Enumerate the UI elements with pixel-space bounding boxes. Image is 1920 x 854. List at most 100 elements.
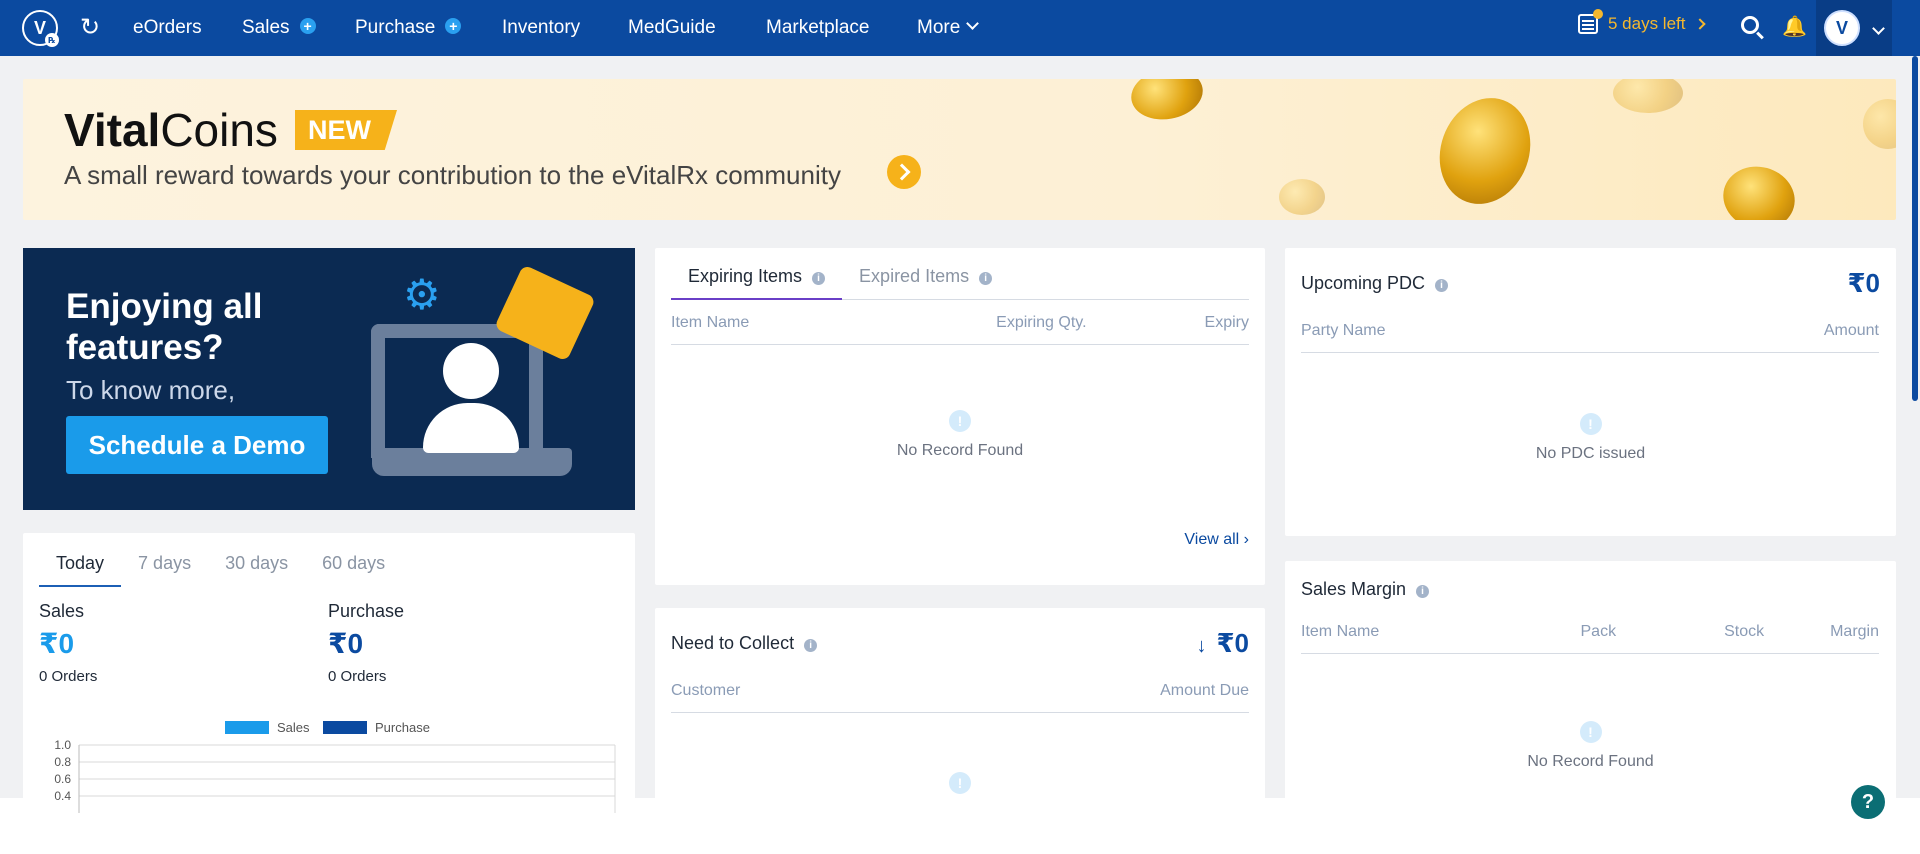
arrow-down-icon: ↓ [1196, 635, 1207, 657]
rx-badge-icon: ℞ [45, 33, 59, 47]
tab-30-days[interactable]: 30 days [208, 553, 305, 586]
col-stock: Stock [1724, 623, 1765, 640]
pdc-amount: ₹0 [1847, 268, 1880, 298]
coin-image [1425, 85, 1545, 217]
nav-marketplace[interactable]: Marketplace [766, 17, 870, 39]
coin-image [1716, 158, 1802, 220]
trial-indicator[interactable]: 5 days left [1578, 9, 1706, 34]
chevron-down-icon [966, 17, 980, 30]
nav-more[interactable]: More [917, 17, 980, 39]
pdc-title: Upcoming PDC i [1301, 273, 1449, 294]
col-item-name: Item Name [1301, 623, 1380, 640]
bell-icon[interactable]: 🔔 [1782, 14, 1807, 39]
avatar: V [1824, 10, 1860, 46]
tab-today[interactable]: Today [39, 553, 122, 587]
y-tick-label: 0.8 [54, 755, 71, 769]
col-party-name: Party Name [1301, 322, 1386, 339]
sales-label: Sales [39, 601, 85, 621]
banner-subtitle: A small reward towards your contribution… [64, 160, 841, 190]
info-icon: ! [949, 772, 971, 794]
info-icon[interactable]: i [979, 272, 993, 285]
new-badge: NEW [295, 110, 397, 150]
demo-heading: Enjoying all features? [66, 287, 263, 367]
nav-purchase-label: Purchase [355, 17, 436, 38]
nav-sales-label: Sales [242, 17, 290, 38]
purchase-orders: 0 Orders [328, 668, 387, 685]
margin-title: Sales Margin i [1301, 579, 1430, 600]
info-icon[interactable]: i [1435, 279, 1449, 292]
col-pack: Pack [1580, 623, 1617, 640]
purchase-value: ₹0 [328, 628, 364, 659]
coin-image [1279, 179, 1325, 215]
expiry-tabs: Expiring Items i Expired Items i [671, 266, 1249, 300]
banner-title: VitalCoins [64, 104, 278, 156]
legend-swatch-purchase [323, 721, 367, 734]
help-button[interactable]: ? [1851, 785, 1885, 819]
col-amount-due: Amount Due [1160, 682, 1249, 699]
refresh-icon[interactable]: ↻ [80, 14, 100, 42]
col-amount: Amount [1823, 322, 1879, 339]
user-menu[interactable]: V [1816, 0, 1892, 56]
search-icon[interactable] [1741, 16, 1759, 34]
trial-text: 5 days left [1608, 14, 1686, 33]
vitalcoins-banner[interactable]: VitalCoins NEW A small reward towards yo… [23, 79, 1896, 220]
info-icon[interactable]: i [812, 272, 826, 285]
expiring-empty-state: ! No Record Found [655, 410, 1265, 460]
info-icon[interactable]: i [804, 639, 818, 652]
notification-dot [1593, 9, 1603, 19]
legend-swatch-sales [225, 721, 269, 734]
pdc-title-text: Upcoming PDC [1301, 273, 1426, 293]
nav-eorders[interactable]: eOrders [133, 17, 202, 39]
info-icon: ! [1579, 413, 1602, 435]
upcoming-pdc-card: Upcoming PDC i ₹0 Party Name Amount ! No … [1285, 248, 1896, 536]
schedule-demo-button[interactable]: Schedule a Demo [66, 416, 328, 474]
person-head-illustration [443, 343, 499, 399]
margin-table-header: Item Name Pack Stock Margin [1301, 609, 1879, 654]
plus-icon[interactable]: + [445, 18, 462, 34]
app-logo[interactable]: V ℞ [22, 10, 59, 47]
coin-image [1613, 79, 1683, 113]
info-icon[interactable]: i [1416, 585, 1430, 598]
plus-icon[interactable]: + [299, 18, 316, 34]
tab-expiring-items[interactable]: Expiring Items i [671, 266, 843, 300]
collect-empty-state: ! [655, 772, 1265, 804]
gear-icon: ⚙ [403, 271, 441, 318]
nav-sales[interactable]: Sales + [242, 17, 316, 39]
tab-expiring-label: Expiring Items [688, 266, 803, 286]
chevron-right-icon: › [1243, 531, 1249, 548]
y-axis: 1.0 0.8 0.6 0.4 [54, 738, 616, 813]
expiring-table-header: Item Name Expiring Qty. Expiry [671, 300, 1249, 345]
view-all-label: View all [1184, 531, 1240, 548]
info-icon: ! [949, 410, 971, 432]
tab-7-days[interactable]: 7 days [121, 553, 208, 586]
sales-margin-card: Sales Margin i Item Name Pack Stock Margi… [1285, 561, 1896, 818]
need-to-collect-card: Need to Collect i ↓ ₹0 Customer Amount Due… [655, 608, 1265, 818]
banner-title-bold: Vital [64, 104, 161, 156]
tab-expired-label: Expired Items [859, 266, 970, 286]
pdc-table-header: Party Name Amount [1301, 308, 1879, 353]
collect-amount-value: ₹0 [1216, 628, 1249, 658]
tab-60-days[interactable]: 60 days [305, 553, 402, 586]
purchase-label: Purchase [328, 601, 405, 621]
scrollbar[interactable] [1912, 56, 1918, 401]
col-customer: Customer [671, 682, 741, 699]
y-tick-label: 0.4 [54, 789, 71, 803]
legend-label-purchase: Purchase [375, 720, 430, 735]
top-nav: V ℞ ↻ eOrders Sales + Purchase + Inventory … [0, 0, 1920, 56]
chevron-down-icon [1872, 21, 1885, 35]
col-expiring-qty: Expiring Qty. [996, 314, 1087, 331]
nav-inventory[interactable]: Inventory [502, 17, 580, 39]
coin-image [1863, 99, 1896, 149]
nav-purchase[interactable]: Purchase + [355, 17, 462, 39]
demo-card: Enjoying all features? To know more, Sch… [23, 248, 635, 510]
tab-expired-items[interactable]: Expired Items i [842, 266, 1009, 299]
summary-chart: Sales Purchase 1.0 0.8 0.6 0.4 [54, 720, 616, 813]
demo-subtext: To know more, [66, 375, 236, 405]
banner-title-rest: Coins [160, 104, 278, 156]
legend-label-sales: Sales [277, 720, 310, 735]
view-all-link[interactable]: View all › [1184, 531, 1249, 549]
nav-medguide[interactable]: MedGuide [628, 17, 716, 39]
sales-orders: 0 Orders [39, 668, 98, 685]
coin-image [1127, 79, 1207, 125]
banner-go-button[interactable] [887, 155, 921, 189]
